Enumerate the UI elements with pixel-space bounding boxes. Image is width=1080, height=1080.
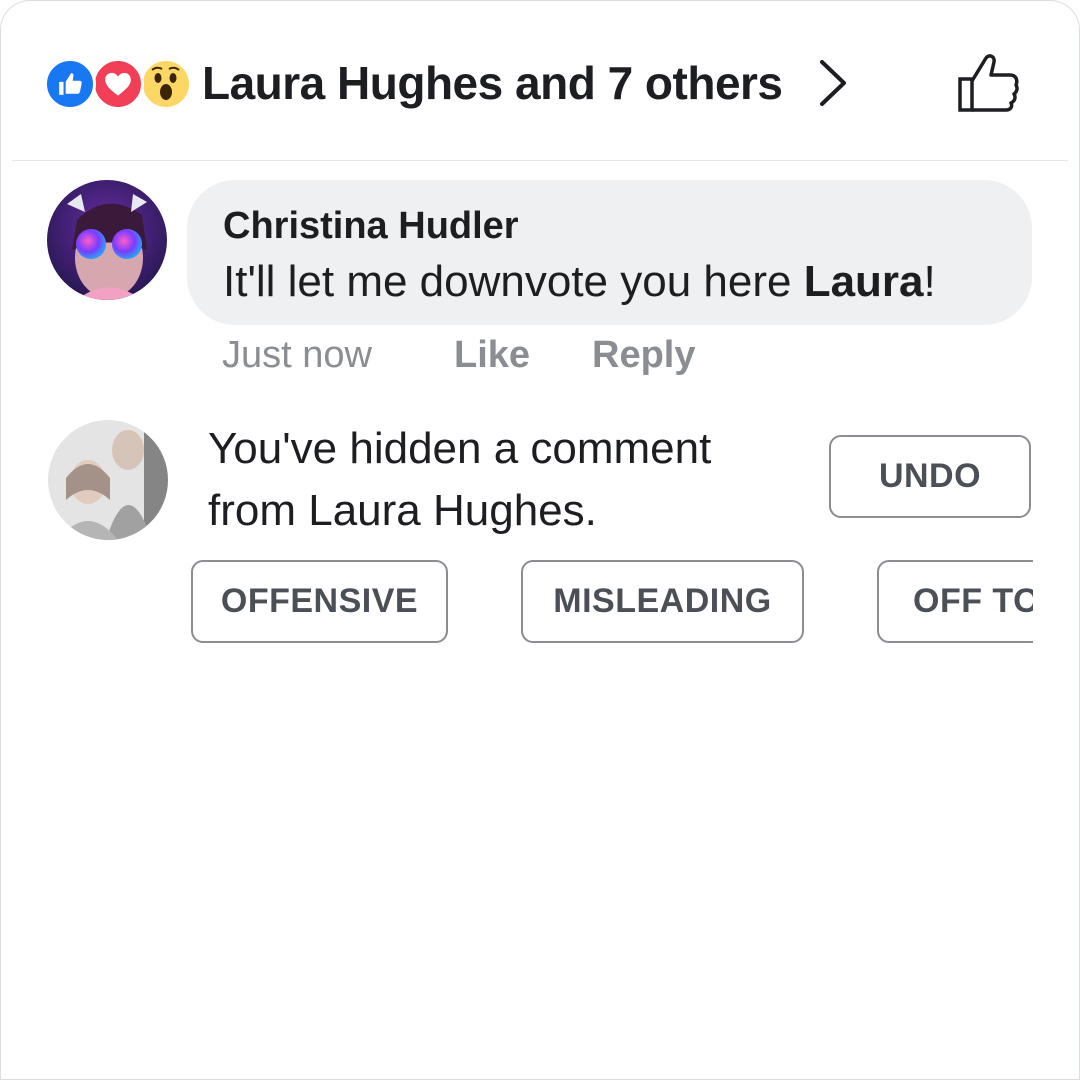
comment-text-suffix: ! [923,257,936,306]
comment-timestamp: Just now [222,334,372,376]
reason-offtopic-button[interactable]: OFF TO [877,560,1033,643]
like-thumb-icon[interactable] [955,52,1021,114]
wow-reaction-icon [140,58,192,110]
reason-misleading-button[interactable]: MISLEADING [521,560,804,643]
hidden-message-line-1: You've hidden a comment [208,424,712,473]
chevron-right-icon[interactable] [812,56,852,110]
comment-text: It'll let me downvote you here Laura! [223,254,996,310]
reaction-summary[interactable] [44,58,194,110]
reason-offtopic-clip: OFF TO [877,560,1033,643]
comment-author[interactable]: Christina Hudler [223,204,996,248]
reason-offensive-button[interactable]: OFFENSIVE [191,560,448,643]
comment-text-prefix: It'll let me downvote you here [223,257,804,306]
hidden-comment-message: You've hidden a comment from Laura Hughe… [208,418,808,542]
comment-like-link[interactable]: Like [454,334,530,377]
comment-bubble[interactable]: Christina Hudler It'll let me downvote y… [187,180,1032,325]
reactions-title[interactable]: Laura Hughes and 7 others [202,56,783,110]
love-reaction-icon [92,58,144,110]
undo-button[interactable]: UNDO [829,435,1031,518]
reactions-header: Laura Hughes and 7 others [0,0,1080,162]
like-reaction-icon [44,58,96,110]
header-divider [12,160,1068,161]
christina-avatar[interactable] [47,180,167,300]
hidden-message-line-2: from Laura Hughes. [208,486,597,535]
comment-mention[interactable]: Laura [804,257,924,306]
comment-reply-link[interactable]: Reply [592,334,695,377]
laura-avatar [48,420,168,540]
